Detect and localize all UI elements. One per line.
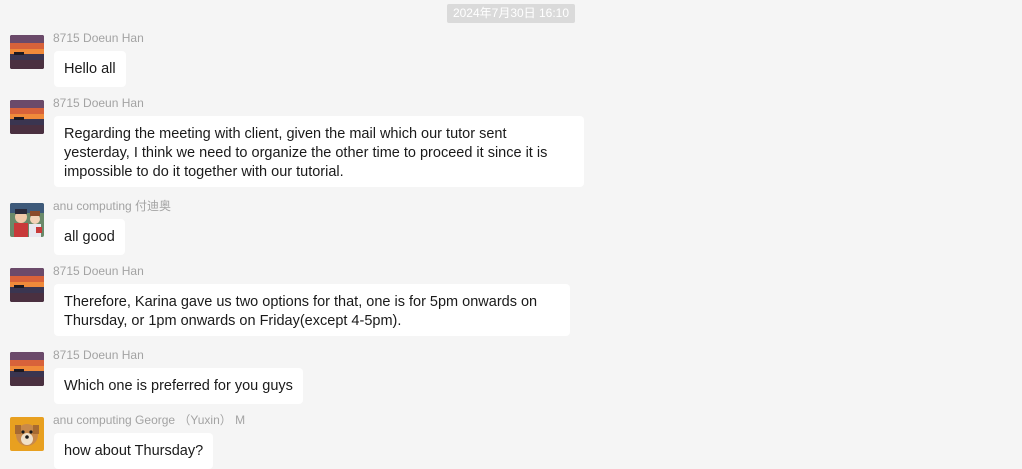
chat-history: 2024年7月30日 16:10 8715 Doeun Han Hello al… (0, 0, 1022, 469)
sunset-avatar[interactable] (10, 100, 44, 134)
message-bubble[interactable]: Therefore, Karina gave us two options fo… (54, 284, 570, 336)
anime-avatar[interactable] (10, 203, 44, 237)
sender-name[interactable]: 8715 Doeun Han (53, 96, 144, 110)
sunset-avatar[interactable] (10, 352, 44, 386)
sender-name[interactable]: 8715 Doeun Han (53, 264, 144, 278)
sender-name[interactable]: 8715 Doeun Han (53, 31, 144, 45)
sender-name[interactable]: anu computing 付迪奥 (53, 199, 171, 213)
message-bubble[interactable]: Hello all (54, 51, 126, 87)
sunset-avatar[interactable] (10, 35, 44, 69)
message-timestamp: 2024年7月30日 16:10 (447, 4, 575, 23)
message-bubble[interactable]: how about Thursday? (54, 433, 214, 469)
sender-name[interactable]: anu computing George （Yuxin） M (53, 413, 245, 427)
message-bubble[interactable]: Regarding the meeting with client, given… (54, 116, 584, 187)
sender-name[interactable]: 8715 Doeun Han (53, 348, 144, 362)
sunset-avatar[interactable] (10, 268, 44, 302)
message-bubble[interactable]: Which one is preferred for you guys (54, 368, 303, 404)
message-bubble[interactable]: all good (54, 219, 125, 255)
dog-avatar[interactable] (10, 417, 44, 451)
